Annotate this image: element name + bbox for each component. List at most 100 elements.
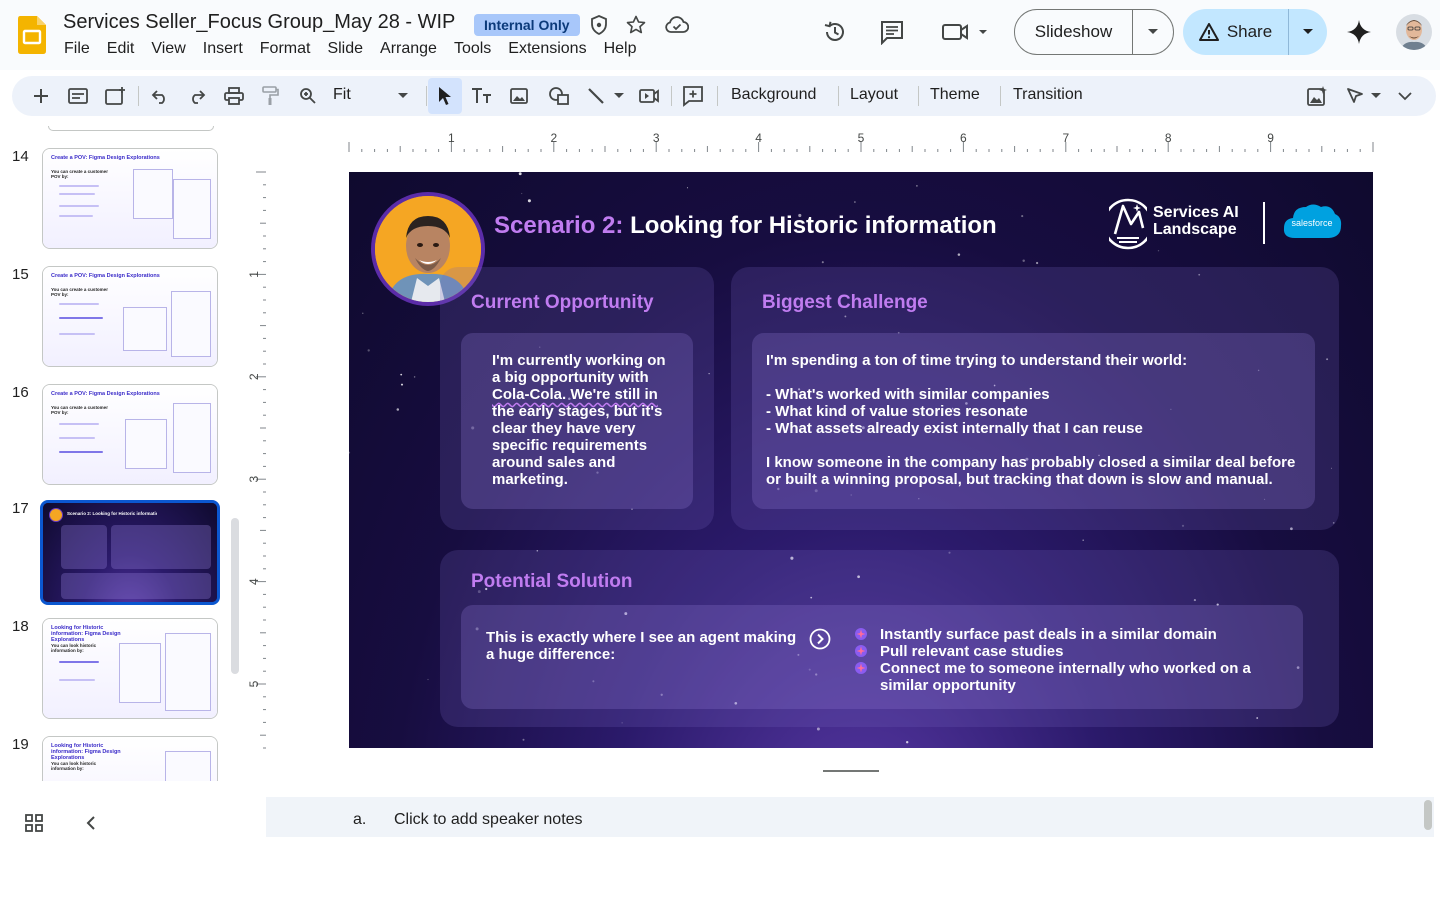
new-slide-with-layout-icon[interactable] (100, 81, 130, 111)
ruler-label: 9 (1267, 131, 1274, 145)
speaker-notes-panel[interactable]: a. Click to add speaker notes (266, 797, 1434, 837)
horizontal-ruler[interactable]: 1 2 3 4 5 6 7 8 9 (264, 128, 1440, 152)
opportunity-line: around sales and (492, 454, 616, 471)
shield-icon[interactable] (587, 13, 611, 37)
slideshow-label[interactable]: Slideshow (1015, 10, 1133, 54)
notes-scrollbar[interactable] (1424, 800, 1432, 830)
zoom-icon[interactable] (293, 81, 323, 111)
menu-insert[interactable]: Insert (203, 40, 251, 58)
current-opportunity-text[interactable]: I'm currently working on a big opportuni… (492, 352, 687, 488)
current-opportunity-heading[interactable]: Current Opportunity (471, 292, 654, 314)
share-main[interactable]: Share (1183, 9, 1289, 55)
menu-file[interactable]: File (64, 40, 98, 58)
document-title[interactable]: Services Seller_Focus Group_May 28 - WIP (63, 11, 455, 34)
star (400, 383, 404, 386)
menu-arrange[interactable]: Arrange (380, 40, 445, 58)
collapse-filmstrip-chevron-icon[interactable] (80, 811, 104, 835)
zoom-dropdown-icon[interactable] (388, 81, 418, 111)
slide-thumbnail-selected[interactable]: Scenario 2: Looking for Historic informa… (40, 500, 220, 605)
star (522, 738, 525, 741)
share-dropdown-icon[interactable] (1289, 9, 1327, 55)
insert-video-icon[interactable] (634, 81, 664, 111)
slide-thumbnail[interactable]: Create a POV: Figma Design Explorations … (42, 148, 218, 249)
solution-lead-text[interactable]: This is exactly where I see an agent mak… (486, 629, 806, 663)
sparkle-bullet-icon (855, 645, 867, 657)
notes-resize-handle[interactable] (823, 770, 879, 772)
filmstrip-scrollbar[interactable] (231, 518, 239, 674)
insert-image-icon[interactable] (504, 81, 534, 111)
thumbnail-title: Create a POV: Figma Design Explorations (51, 273, 160, 279)
slide-canvas[interactable]: Scenario 2: Looking for Historic informa… (349, 172, 1373, 748)
previous-thumbnail-edge[interactable] (48, 126, 214, 131)
services-ai-logo-icon (1109, 198, 1147, 250)
slideshow-dropdown-icon[interactable] (1133, 10, 1173, 54)
menu-help[interactable]: Help (604, 40, 645, 58)
star (1022, 259, 1025, 263)
opportunity-line: a big opportunity with (492, 369, 649, 386)
menu-edit[interactable]: Edit (107, 40, 143, 58)
add-comment-icon[interactable] (678, 81, 708, 111)
menu-extensions[interactable]: Extensions (508, 40, 594, 58)
paint-format-icon[interactable] (255, 81, 285, 111)
menu-slide[interactable]: Slide (327, 40, 371, 58)
pointer-dropdown-icon[interactable] (1366, 81, 1386, 111)
brand-lockup[interactable]: Services AI Landscape salesforce (1109, 198, 1349, 252)
solution-points[interactable]: Instantly surface past deals in a simila… (854, 626, 1274, 694)
potential-solution-heading[interactable]: Potential Solution (471, 571, 633, 593)
line-icon[interactable] (581, 81, 611, 111)
ruler-label: 7 (1062, 131, 1069, 145)
comments-icon[interactable] (877, 17, 907, 47)
slide-title[interactable]: Scenario 2: Looking for Historic informa… (494, 212, 997, 240)
zoom-fit-select[interactable]: Fit (333, 86, 351, 104)
biggest-challenge-text[interactable]: I'm spending a ton of time trying to und… (766, 352, 1306, 488)
undo-icon[interactable] (145, 81, 175, 111)
ruler-label: 1 (448, 131, 455, 145)
text-box-icon[interactable] (467, 81, 497, 111)
toolbar-divider (138, 86, 139, 106)
challenge-bullet: - What assets already exist internally t… (766, 420, 1143, 437)
meet-camera-icon[interactable] (940, 17, 992, 47)
theme-button[interactable]: Theme (930, 86, 980, 104)
grid-view-icon[interactable] (22, 811, 46, 835)
internal-only-badge[interactable]: Internal Only (474, 14, 580, 36)
version-history-icon[interactable] (820, 17, 850, 47)
thumbnail-title: Looking for Historic information: Figma … (51, 625, 121, 643)
layout-button[interactable]: Layout (850, 86, 898, 104)
menu-format[interactable]: Format (260, 40, 319, 58)
shape-icon[interactable] (544, 81, 574, 111)
slide-thumbnail[interactable]: Looking for Historic information: Figma … (42, 736, 218, 781)
select-cursor-icon[interactable] (428, 78, 462, 114)
ruler-label: 3 (247, 476, 261, 483)
thumbnail-title: Create a POV: Figma Design Explorations (51, 155, 160, 161)
line-dropdown-icon[interactable] (609, 81, 629, 111)
new-slide-plus-icon[interactable] (26, 81, 56, 111)
background-button[interactable]: Background (731, 86, 816, 104)
cloud-saved-icon[interactable] (665, 13, 689, 37)
collapse-toolbar-chevron-icon[interactable] (1390, 81, 1420, 111)
ruler-label: 2 (550, 131, 557, 145)
generate-image-icon[interactable] (1302, 81, 1332, 111)
ruler-label: 4 (755, 131, 762, 145)
brand-line-1: Services AI (1153, 204, 1239, 221)
slideshow-button[interactable]: Slideshow (1014, 9, 1174, 55)
print-icon[interactable] (219, 81, 249, 111)
slide-thumbnail[interactable]: Create a POV: Figma Design Explorations … (42, 384, 218, 485)
slides-logo-icon[interactable] (18, 16, 46, 54)
user-avatar[interactable] (1396, 14, 1432, 50)
vertical-ruler[interactable]: 1 2 3 4 5 (242, 150, 266, 770)
transition-button[interactable]: Transition (1013, 86, 1083, 104)
challenge-bullet: - What's worked with similar companies (766, 386, 1050, 403)
star-icon[interactable] (624, 13, 648, 37)
speaker-notes-placeholder[interactable]: Click to add speaker notes (394, 811, 583, 829)
biggest-challenge-heading[interactable]: Biggest Challenge (762, 292, 928, 314)
slide-thumbnail[interactable]: Looking for Historic information: Figma … (42, 618, 218, 719)
share-button[interactable]: Share (1183, 9, 1327, 55)
select-layout-icon[interactable] (63, 81, 93, 111)
slide-thumbnail[interactable]: Create a POV: Figma Design Explorations … (42, 266, 218, 367)
gemini-sparkle-icon[interactable] (1344, 17, 1374, 47)
menu-tools[interactable]: Tools (454, 40, 499, 58)
redo-icon[interactable] (182, 81, 212, 111)
menu-view[interactable]: View (151, 40, 193, 58)
solution-point: Pull relevant case studies (854, 643, 1274, 660)
opportunity-line: marketing. (492, 471, 568, 488)
